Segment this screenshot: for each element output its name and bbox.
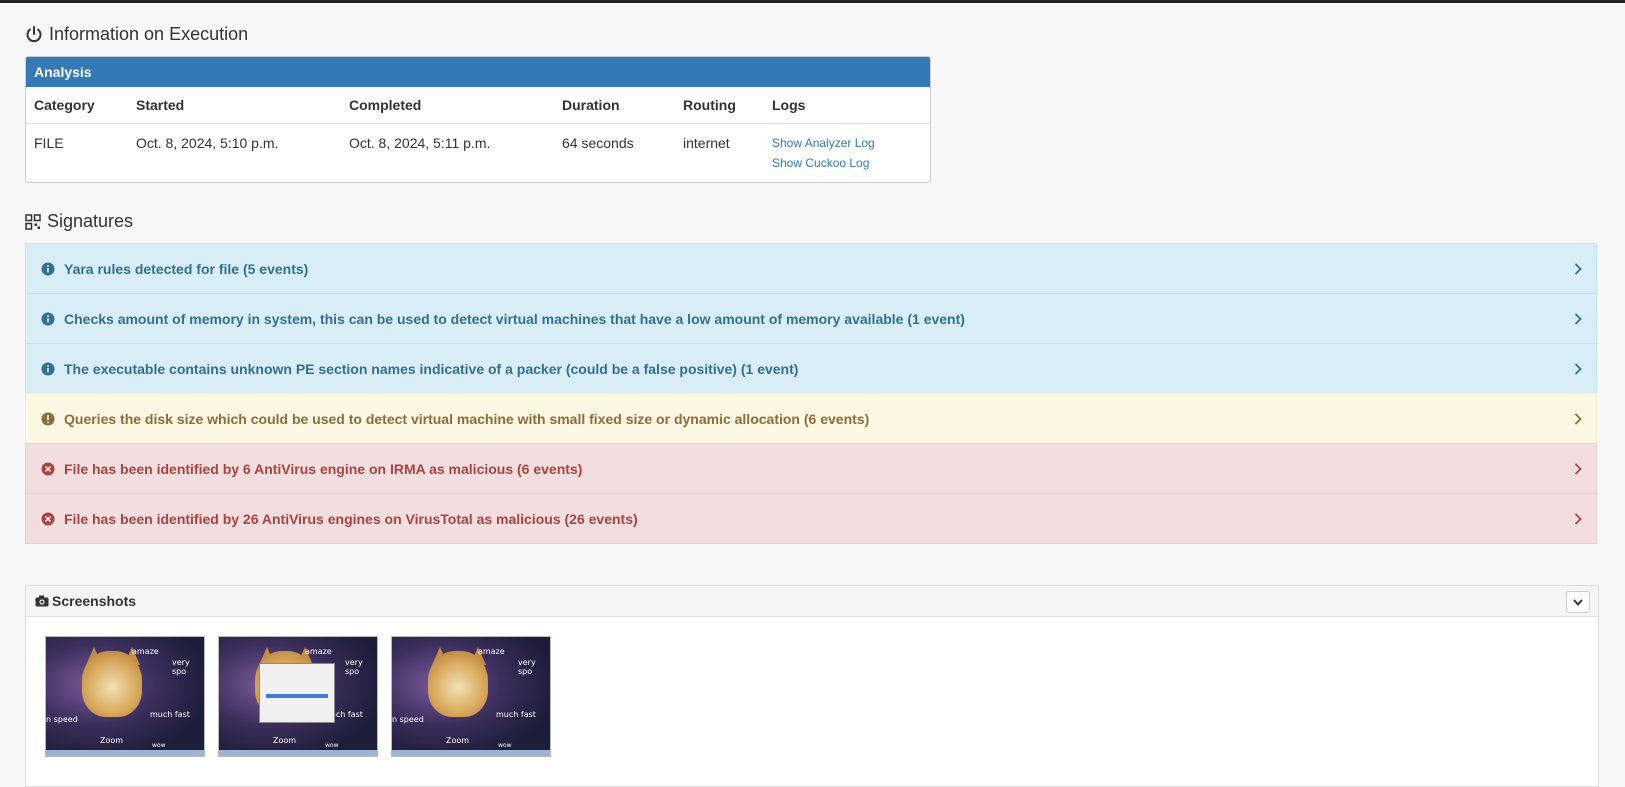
signatures-title: Signatures bbox=[47, 211, 134, 231]
signature-row[interactable]: File has been identified by 6 AntiVirus … bbox=[25, 443, 1597, 494]
thumb-taskbar bbox=[392, 750, 550, 756]
cell-category: FILE bbox=[34, 135, 64, 151]
signature-text: Checks amount of memory in system, this … bbox=[64, 310, 965, 327]
analysis-panel: Analysis Category Started Completed Dura… bbox=[25, 56, 931, 183]
show-analyzer-log-link[interactable]: Show Analyzer Log bbox=[772, 136, 875, 150]
thumb-text: amaze bbox=[478, 647, 505, 656]
cell-duration: 64 seconds bbox=[562, 135, 634, 151]
signature-text: File has been identified by 6 AntiVirus … bbox=[64, 460, 583, 477]
execution-heading: Information on Execution bbox=[25, 24, 248, 45]
signature-row[interactable]: Checks amount of memory in system, this … bbox=[25, 293, 1597, 344]
col-category: Category bbox=[34, 97, 95, 113]
collapse-button[interactable] bbox=[1566, 591, 1590, 613]
screenshots-title: Screenshots bbox=[52, 593, 137, 609]
cell-started: Oct. 8, 2024, 5:10 p.m. bbox=[136, 135, 279, 151]
col-logs: Logs bbox=[772, 97, 806, 113]
cell-routing: internet bbox=[683, 135, 730, 151]
thumb-text: wow bbox=[498, 742, 512, 749]
doge-image bbox=[82, 651, 142, 717]
chevron-right-icon bbox=[1574, 263, 1582, 275]
thumb-dialog bbox=[259, 663, 335, 723]
info-circle-icon bbox=[41, 362, 55, 375]
info-circle-icon bbox=[41, 312, 55, 325]
thumb-text: amaze bbox=[132, 647, 159, 656]
thumb-text: amaze bbox=[305, 647, 332, 656]
analysis-table: Category Started Completed Duration Rout… bbox=[26, 87, 930, 182]
col-completed: Completed bbox=[349, 97, 422, 113]
cell-completed: Oct. 8, 2024, 5:11 p.m. bbox=[349, 135, 491, 151]
signatures-heading: Signatures bbox=[25, 211, 133, 232]
thumb-text: much fast bbox=[150, 710, 190, 719]
thumb-text: much fast bbox=[496, 710, 536, 719]
signature-row[interactable]: Queries the disk size which could be use… bbox=[25, 393, 1597, 444]
thumb-text: wow bbox=[325, 742, 339, 749]
screenshots-panel: Screenshots amaze very spo much fast n s… bbox=[25, 585, 1599, 787]
top-bar bbox=[0, 0, 1625, 3]
signature-row[interactable]: The executable contains unknown PE secti… bbox=[25, 343, 1597, 394]
camera-icon bbox=[35, 595, 49, 607]
power-icon bbox=[26, 25, 42, 42]
screenshot-thumbnail[interactable]: amaze very spo much fast n speed Zoom wo… bbox=[45, 636, 205, 757]
screenshots-header: Screenshots bbox=[26, 586, 1598, 617]
times-circle-icon bbox=[41, 512, 55, 525]
chevron-right-icon bbox=[1574, 313, 1582, 325]
show-cuckoo-log-link[interactable]: Show Cuckoo Log bbox=[772, 156, 869, 170]
execution-title: Information on Execution bbox=[49, 24, 249, 44]
table-divider bbox=[26, 123, 930, 124]
info-circle-icon bbox=[41, 262, 55, 275]
chevron-right-icon bbox=[1574, 413, 1582, 425]
screenshot-thumbnail[interactable]: amaze very spo much fast Zoom wow bbox=[218, 636, 378, 757]
thumb-taskbar bbox=[219, 750, 377, 756]
thumb-text: n speed bbox=[392, 715, 424, 724]
analysis-panel-title: Analysis bbox=[26, 57, 930, 87]
col-started: Started bbox=[136, 97, 185, 113]
thumb-text: Zoom bbox=[446, 736, 470, 745]
thumb-text: Zoom bbox=[100, 736, 124, 745]
col-routing: Routing bbox=[683, 97, 736, 113]
times-circle-icon bbox=[41, 462, 55, 475]
col-duration: Duration bbox=[562, 97, 620, 113]
thumb-text: n speed bbox=[46, 715, 78, 724]
thumb-text: Zoom bbox=[273, 736, 297, 745]
chevron-right-icon bbox=[1574, 463, 1582, 475]
thumb-text: wow bbox=[152, 742, 166, 749]
signature-text: Yara rules detected for file (5 events) bbox=[64, 260, 309, 277]
chevron-down-icon bbox=[1573, 598, 1583, 606]
doge-image bbox=[428, 651, 488, 717]
thumb-text: very spo bbox=[518, 658, 536, 676]
signature-row[interactable]: File has been identified by 26 AntiVirus… bbox=[25, 493, 1597, 544]
signature-text: The executable contains unknown PE secti… bbox=[64, 360, 799, 377]
thumb-dialog-bar bbox=[266, 694, 328, 698]
chevron-right-icon bbox=[1574, 363, 1582, 375]
signature-row[interactable]: Yara rules detected for file (5 events) bbox=[25, 243, 1597, 294]
exclamation-circle-icon bbox=[41, 412, 55, 425]
screenshot-thumbnail[interactable]: amaze very spo much fast n speed Zoom wo… bbox=[391, 636, 551, 757]
signature-list: Yara rules detected for file (5 events) … bbox=[25, 243, 1597, 544]
thumb-taskbar bbox=[46, 750, 204, 756]
chevron-right-icon bbox=[1574, 513, 1582, 525]
thumb-text: very spo bbox=[172, 658, 190, 676]
thumb-text: very spo bbox=[345, 658, 363, 676]
qrcode-icon bbox=[25, 213, 41, 230]
signature-text: File has been identified by 26 AntiVirus… bbox=[64, 510, 638, 527]
signature-text: Queries the disk size which could be use… bbox=[64, 410, 870, 427]
